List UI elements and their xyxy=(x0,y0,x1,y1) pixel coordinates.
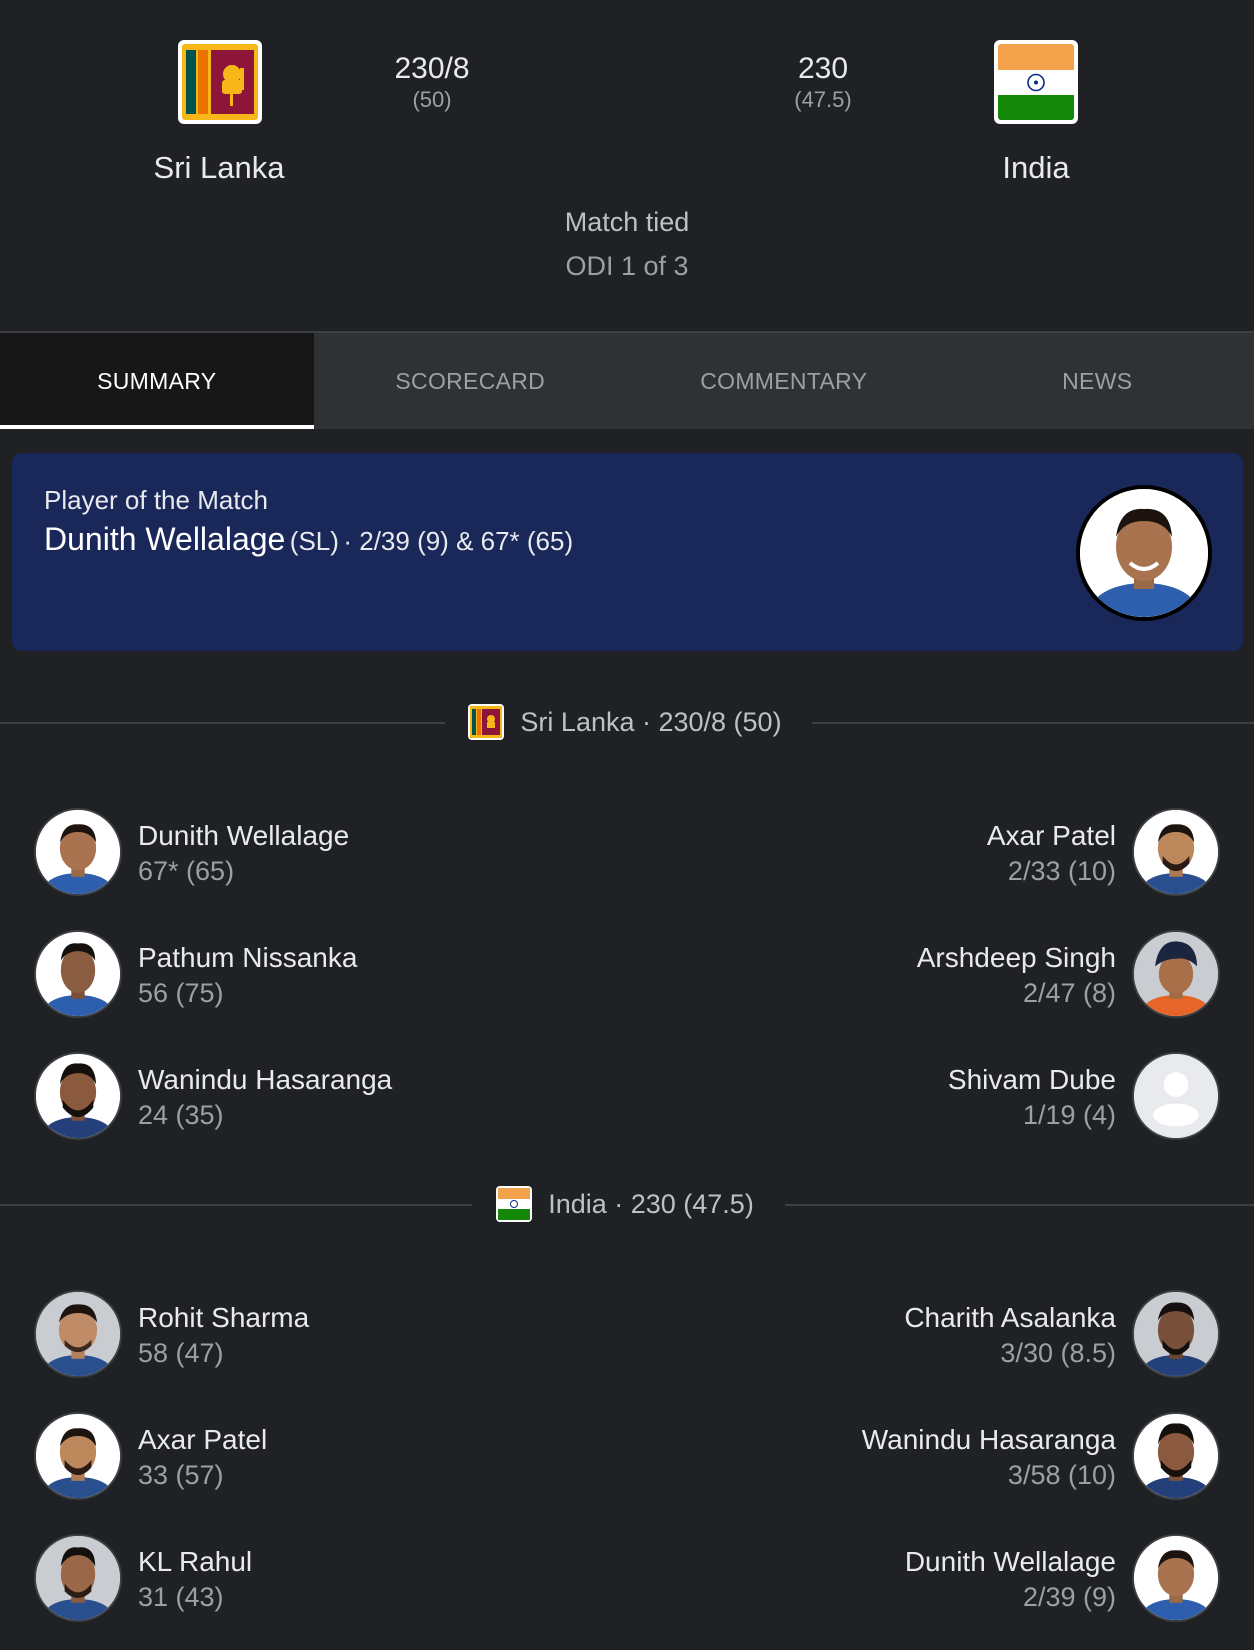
innings-heading: Sri Lanka · 230/8 (50) xyxy=(0,700,1254,744)
player-stat: 3/58 (10) xyxy=(1007,1460,1116,1490)
player-stat: 24 (35) xyxy=(138,1100,224,1130)
batter-row[interactable]: KL Rahul 31 (43) xyxy=(34,1534,634,1624)
player-stat: 3/30 (8.5) xyxy=(1000,1338,1116,1368)
player-name: Wanindu Hasaranga xyxy=(861,1424,1116,1455)
bowler-row[interactable]: Dunith Wellalage 2/39 (9) xyxy=(620,1534,1220,1624)
innings-heading-text: Sri Lanka · 230/8 (50) xyxy=(516,706,786,738)
bowler-row[interactable]: Arshdeep Singh 2/47 (8) xyxy=(620,930,1220,1020)
player-avatar xyxy=(34,930,122,1018)
match-summary-page: Sri Lanka 230/8 (50) 230 (47.5) India Ma… xyxy=(0,0,1254,1650)
player-stat: 31 (43) xyxy=(138,1582,224,1612)
home-runs: 230/8 xyxy=(394,52,470,85)
player-avatar xyxy=(1132,1412,1220,1500)
batter-row[interactable]: Axar Patel 33 (57) xyxy=(34,1412,634,1502)
batter-row[interactable]: Wanindu Hasaranga 24 (35) xyxy=(34,1052,634,1142)
player-name: KL Rahul xyxy=(138,1546,253,1577)
tab-bar: SUMMARY SCORECARD COMMENTARY NEWS xyxy=(0,331,1254,429)
player-of-the-match-card[interactable]: Player of the Match Dunith Wellalage (SL… xyxy=(12,453,1243,651)
player-stat: 2/47 (8) xyxy=(1022,978,1116,1008)
player-stat: 1/19 (4) xyxy=(1022,1100,1116,1130)
innings-heading: India · 230 (47.5) xyxy=(0,1182,1254,1226)
home-overs: (50) xyxy=(412,87,452,112)
india-flag-icon xyxy=(496,1186,533,1222)
player-stat: 58 (47) xyxy=(138,1338,224,1368)
batter-row[interactable]: Pathum Nissanka 56 (75) xyxy=(34,930,634,1020)
player-name: Arshdeep Singh xyxy=(916,942,1116,973)
player-name: Rohit Sharma xyxy=(138,1302,310,1333)
away-overs: (47.5) xyxy=(794,87,852,112)
series-info: ODI 1 of 3 xyxy=(565,251,689,281)
away-team-score: 230 (47.5) xyxy=(743,51,903,113)
player-name: Dunith Wellalage xyxy=(138,820,350,851)
home-team-score: 230/8 (50) xyxy=(352,51,512,113)
sri-lanka-flag-icon xyxy=(468,704,505,740)
player-stat: 56 (75) xyxy=(138,978,224,1008)
player-name: Shivam Dube xyxy=(947,1064,1116,1095)
match-header: Sri Lanka 230/8 (50) 230 (47.5) India Ma… xyxy=(0,0,1254,331)
player-stat: 67* (65) xyxy=(138,856,235,886)
bowler-row[interactable]: Charith Asalanka 3/30 (8.5) xyxy=(620,1290,1220,1380)
player-avatar xyxy=(1132,808,1220,896)
away-team-name[interactable]: India xyxy=(916,150,1156,186)
india-flag-icon[interactable] xyxy=(994,40,1078,124)
innings-divider-sri-lanka: Sri Lanka · 230/8 (50) xyxy=(0,700,1254,744)
player-name: Axar Patel xyxy=(138,1424,268,1455)
bowler-row[interactable]: Shivam Dube 1/19 (4) xyxy=(620,1052,1220,1142)
player-avatar xyxy=(1132,930,1220,1018)
match-result: Match tied xyxy=(564,207,690,237)
player-avatar xyxy=(34,1290,122,1378)
player-stat: 33 (57) xyxy=(138,1460,224,1490)
bowler-row[interactable]: Axar Patel 2/33 (10) xyxy=(620,808,1220,898)
batter-row[interactable]: Rohit Sharma 58 (47) xyxy=(34,1290,634,1380)
potm-stats: · 2/39 (9) & 67* (65) xyxy=(343,526,574,556)
potm-line: Dunith Wellalage (SL) · 2/39 (9) & 67* (… xyxy=(44,521,573,558)
potm-label: Player of the Match xyxy=(44,485,268,515)
batter-row[interactable]: Dunith Wellalage 67* (65) xyxy=(34,808,634,898)
away-runs: 230 xyxy=(797,52,849,85)
player-avatar xyxy=(1132,1290,1220,1378)
player-name: Dunith Wellalage xyxy=(904,1546,1116,1577)
player-name: Wanindu Hasaranga xyxy=(138,1064,393,1095)
player-stat: 2/39 (9) xyxy=(1022,1582,1116,1612)
sri-lanka-flag-icon[interactable] xyxy=(178,40,262,124)
player-avatar xyxy=(1132,1534,1220,1622)
home-team-name[interactable]: Sri Lanka xyxy=(99,150,339,186)
player-stat: 2/33 (10) xyxy=(1007,856,1116,886)
player-avatar xyxy=(34,1412,122,1500)
player-avatar xyxy=(34,1534,122,1622)
bowler-row[interactable]: Wanindu Hasaranga 3/58 (10) xyxy=(620,1412,1220,1502)
player-name: Pathum Nissanka xyxy=(138,942,358,973)
tab-news[interactable]: NEWS xyxy=(941,333,1254,429)
potm-team: (SL) xyxy=(289,526,339,556)
innings-heading-text: India · 230 (47.5) xyxy=(544,1188,758,1220)
player-avatar-placeholder xyxy=(1132,1052,1220,1140)
potm-player-name: Dunith Wellalage xyxy=(44,521,286,557)
player-name: Charith Asalanka xyxy=(904,1302,1116,1333)
player-name: Axar Patel xyxy=(986,820,1116,851)
player-avatar xyxy=(34,808,122,896)
player-avatar xyxy=(34,1052,122,1140)
innings-divider-india: India · 230 (47.5) xyxy=(0,1182,1254,1226)
tab-summary[interactable]: SUMMARY xyxy=(0,333,314,429)
tab-commentary[interactable]: COMMENTARY xyxy=(627,333,941,429)
tab-scorecard[interactable]: SCORECARD xyxy=(314,333,628,429)
potm-avatar[interactable] xyxy=(1076,485,1212,621)
